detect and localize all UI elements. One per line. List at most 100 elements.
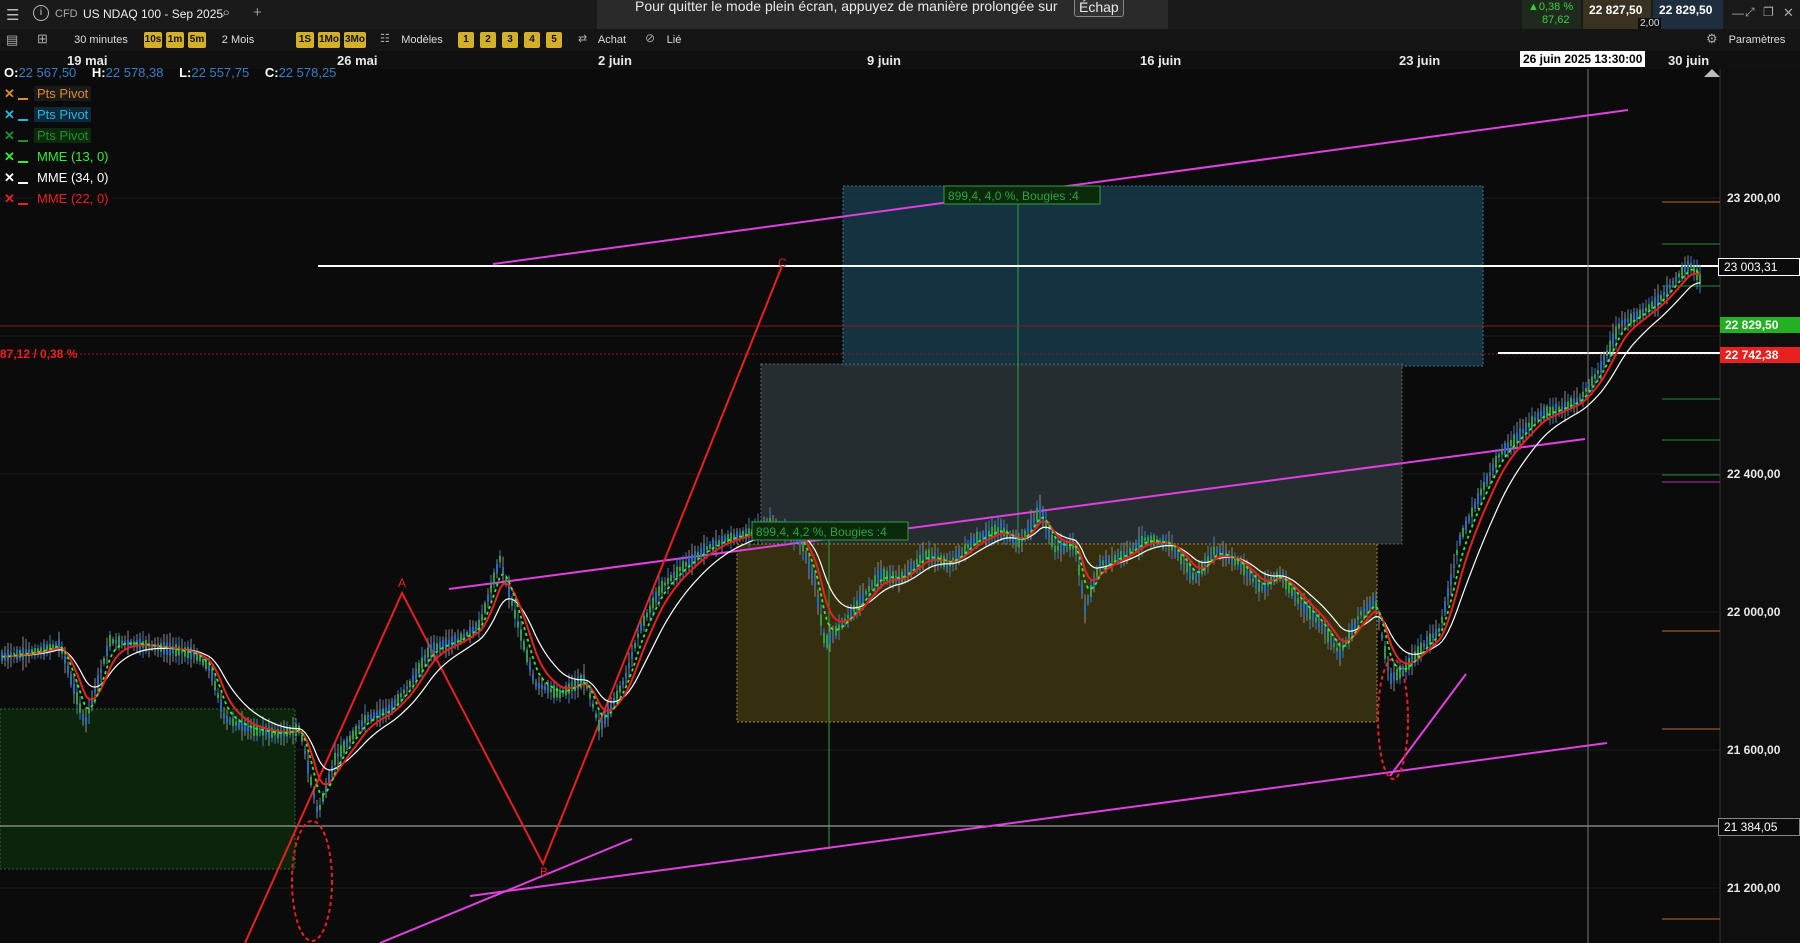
page-3-button[interactable]: 3 [502, 32, 518, 48]
candle-body [1195, 573, 1197, 582]
candle-body [589, 692, 591, 699]
candle-body [946, 557, 948, 569]
candle-body [139, 638, 141, 650]
candle-body [1630, 313, 1632, 324]
instrument-name[interactable]: US NDAQ 100 - Sep 2025 [83, 7, 223, 21]
candle-body [1018, 539, 1020, 548]
link-icon[interactable]: ⤢ [1745, 5, 1755, 20]
candle-body [1531, 416, 1533, 428]
candle-body [1216, 548, 1218, 553]
candle-body [928, 549, 930, 562]
candle-body [73, 683, 75, 695]
link-chain-icon[interactable]: ⊘ [645, 31, 655, 45]
candle-body [1147, 537, 1149, 543]
wave-label-b: B [540, 865, 548, 879]
candle-body [229, 719, 231, 723]
candle-body [211, 670, 213, 681]
candle-body [1636, 311, 1638, 320]
search-icon[interactable]: ⌕ [222, 4, 230, 21]
candle-body [508, 586, 510, 598]
candle-body [190, 647, 192, 660]
legend-item[interactable]: ✕ Pts Pivot [4, 107, 92, 124]
minimize-icon[interactable]: — [1732, 6, 1744, 20]
candle-body [259, 728, 261, 734]
page-1-button[interactable]: 1 [458, 32, 474, 48]
info-icon[interactable]: i [33, 5, 49, 21]
buy-icon[interactable]: ⇄ [578, 32, 587, 45]
ask-box[interactable]: 22 829,50 [1653, 0, 1723, 29]
candle-body [1381, 634, 1383, 639]
tf-1m-button[interactable]: 1m [166, 32, 184, 48]
candle-body [340, 745, 342, 757]
hamburger-icon[interactable]: ☰ [6, 6, 19, 24]
candle-body [1600, 361, 1602, 373]
chart-list-icon[interactable]: ▤ [6, 32, 18, 48]
timeframe-select[interactable]: 30 minutes [64, 32, 138, 48]
date-label: 9 juin [867, 53, 901, 68]
tf-10s-button[interactable]: 10s [144, 32, 162, 48]
candle-body [1366, 603, 1368, 611]
chart-canvas[interactable]: A B C 899,4, 4,0 %, Bougies :4 899,4, 4,… [0, 69, 1800, 943]
candle-body [526, 649, 528, 663]
candle-body [1618, 323, 1620, 329]
range-1s-button[interactable]: 1S [296, 32, 314, 48]
candle-body [667, 577, 669, 585]
candle-body [412, 675, 414, 683]
tf-5m-button[interactable]: 5m [188, 32, 206, 48]
legend-item[interactable]: ✕ Pts Pivot [4, 128, 92, 145]
candle-body [1180, 554, 1182, 565]
legend-item[interactable]: ✕ MME (13, 0) [4, 149, 112, 166]
add-tab-icon[interactable]: + [253, 4, 262, 21]
candle-body [1489, 472, 1491, 476]
remove-indicator-icon[interactable]: ✕ [4, 86, 18, 102]
page-2-button[interactable]: 2 [480, 32, 496, 48]
models-icon[interactable]: ☷ [380, 32, 390, 45]
range-3mo-button[interactable]: 3Mo [344, 32, 366, 48]
candle-body [1447, 587, 1449, 599]
candle-body [1387, 666, 1389, 671]
top-bar: ☰ i CFD US NDAQ 100 - Sep 2025 ⌕ + Pour … [0, 0, 1800, 30]
remove-indicator-icon[interactable]: ✕ [4, 107, 18, 123]
remove-indicator-icon[interactable]: ✕ [4, 170, 18, 186]
candle-body [886, 570, 888, 581]
buy-button[interactable]: Achat [592, 32, 632, 48]
page-4-button[interactable]: 4 [524, 32, 540, 48]
candle-body [538, 682, 540, 689]
candle-body [925, 550, 927, 559]
settings-icon[interactable]: ⚙ [1706, 31, 1718, 47]
remove-indicator-icon[interactable]: ✕ [4, 191, 18, 207]
legend-item[interactable]: ✕ Pts Pivot [4, 86, 92, 103]
range-select[interactable]: 2 Mois [213, 32, 263, 48]
candle-body [1672, 281, 1674, 285]
range-box-teal[interactable] [842, 185, 1484, 367]
candle-body [1261, 585, 1263, 590]
candle-body [598, 720, 600, 732]
close-icon[interactable]: ✕ [1783, 5, 1794, 21]
candle-body [1054, 545, 1056, 553]
candle-body [379, 708, 381, 718]
ohlc-c-value: 22 578,25 [278, 65, 337, 80]
price-chart[interactable]: A B C 899,4, 4,0 %, Bougies :4 899,4, 4,… [0, 65, 1800, 943]
candle-body [1210, 551, 1212, 559]
remove-indicator-icon[interactable]: ✕ [4, 149, 18, 165]
candle-body [1420, 642, 1422, 654]
date-label: 2 juin [598, 53, 632, 68]
restore-icon[interactable]: ❐ [1763, 5, 1774, 19]
settings-button[interactable]: Paramètres [1722, 32, 1792, 48]
layout-icon[interactable]: ⊞ [37, 31, 48, 47]
candle-body [502, 566, 504, 574]
models-button[interactable]: Modèles [396, 32, 448, 48]
price-tag-red: 22 742,38 [1720, 347, 1800, 363]
candle-body [301, 735, 303, 742]
legend-item[interactable]: ✕ MME (22, 0) [4, 191, 112, 208]
page-5-button[interactable]: 5 [546, 32, 562, 48]
range-1mo-button[interactable]: 1Mo [318, 32, 340, 48]
remove-indicator-icon[interactable]: ✕ [4, 128, 18, 144]
range-box-gray[interactable] [760, 363, 1403, 545]
legend-item[interactable]: ✕ MME (34, 0) [4, 170, 112, 187]
candle-body [121, 640, 123, 644]
candle-body [574, 678, 576, 692]
linked-button[interactable]: Lié [660, 32, 688, 48]
candle-body [1258, 583, 1260, 593]
wave-label-a: A [398, 576, 406, 590]
